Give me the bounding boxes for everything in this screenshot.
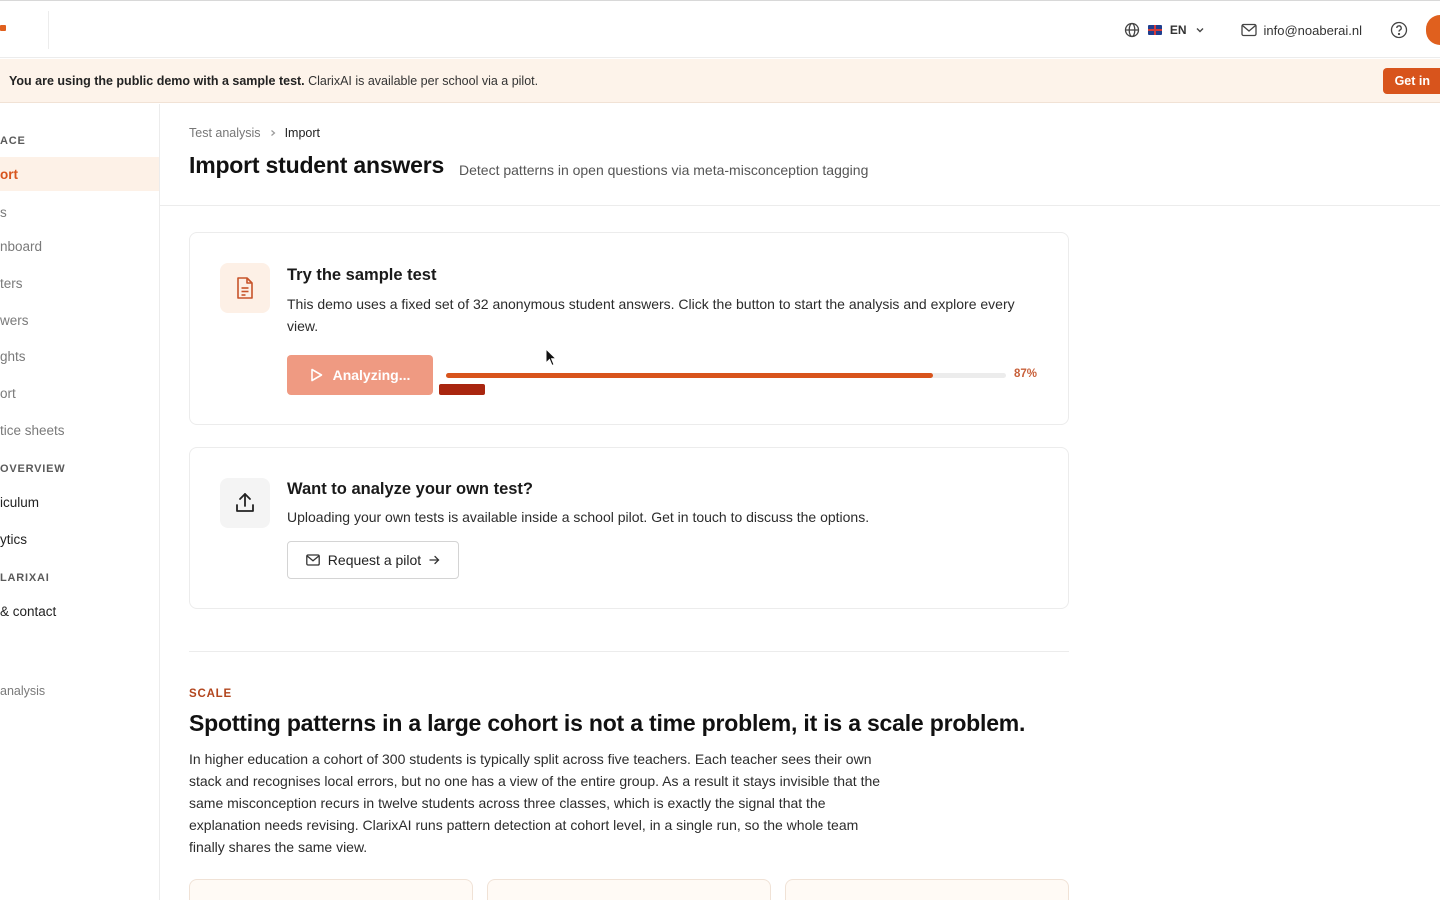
logo-divider xyxy=(48,11,49,49)
scale-title: Spotting patterns in a large cohort is n… xyxy=(189,710,1026,736)
scale-eyebrow: SCALE xyxy=(189,688,232,700)
analysis-progress-label: 87% xyxy=(1014,368,1038,380)
avatar[interactable] xyxy=(1426,15,1440,45)
sidebar-section-clarixai: LARIXAI xyxy=(0,572,50,584)
feature-card xyxy=(487,879,771,900)
feature-card xyxy=(189,879,473,900)
sample-card-text: This demo uses a fixed set of 32 anonymo… xyxy=(287,296,1015,334)
upload-icon xyxy=(236,493,254,512)
sidebar-item-report[interactable]: ort xyxy=(0,376,159,410)
chevron-right-icon xyxy=(270,130,275,136)
own-test-card: Want to analyze your own test? Uploading… xyxy=(189,447,1069,609)
sidebar-item-contact[interactable]: & contact xyxy=(0,594,159,628)
sidebar-item-import[interactable]: ort xyxy=(0,157,159,191)
sample-card-title: Try the sample test xyxy=(287,266,437,284)
sidebar-item-clusters[interactable]: ters xyxy=(0,266,159,300)
demo-banner: You are using the public demo with a sam… xyxy=(0,59,1440,103)
mail-icon xyxy=(1240,23,1257,37)
get-in-touch-button[interactable]: Get in xyxy=(1382,68,1440,94)
top-bar-actions: EN info@noaberai.nl xyxy=(1124,1,1440,59)
mouse-cursor-icon xyxy=(545,348,557,367)
banner-strong-text: You are using the public demo with a sam… xyxy=(9,73,305,88)
sample-test-card: Try the sample test This demo uses a fix… xyxy=(189,232,1069,425)
play-icon xyxy=(310,368,322,382)
analysis-progress-fill xyxy=(446,373,934,378)
sidebar-item-dashboard[interactable]: nboard xyxy=(0,229,159,263)
analysis-progress-bar xyxy=(446,373,1006,378)
own-test-card-text: Uploading your own tests is available in… xyxy=(287,509,870,525)
contact-email: info@noaberai.nl xyxy=(1263,22,1362,38)
breadcrumb: Test analysis Import xyxy=(189,126,320,140)
banner-rest-text: ClarixAI is available per school via a p… xyxy=(304,73,539,88)
progress-indicator-chip xyxy=(439,384,485,395)
breadcrumb-current: Import xyxy=(284,126,320,140)
analyze-button-label: Analyzing... xyxy=(332,367,411,383)
sidebar-item-analytics[interactable]: ytics xyxy=(0,522,159,556)
sample-icon-box xyxy=(220,263,270,313)
arrow-right-icon xyxy=(429,555,440,565)
upload-icon-box xyxy=(220,478,270,528)
mail-icon xyxy=(305,554,320,566)
feature-card xyxy=(785,879,1069,900)
scale-body: In higher education a cohort of 300 stud… xyxy=(189,751,881,855)
language-selector[interactable]: EN xyxy=(1124,22,1205,38)
banner-text: You are using the public demo with a sam… xyxy=(0,74,538,88)
logo[interactable] xyxy=(0,25,6,31)
help-circle-icon[interactable] xyxy=(1390,21,1408,39)
document-icon xyxy=(237,277,253,299)
breadcrumb-parent[interactable]: Test analysis xyxy=(189,126,261,140)
page-title: Import student answers xyxy=(189,152,445,178)
globe-icon xyxy=(1124,22,1139,38)
request-pilot-label: Request a pilot xyxy=(327,552,422,568)
own-test-card-title: Want to analyze your own test? xyxy=(287,480,533,498)
sidebar-item-insights[interactable]: ghts xyxy=(0,339,159,373)
sidebar-item-practice-sheets[interactable]: tice sheets xyxy=(0,413,159,447)
chevron-down-icon xyxy=(1196,28,1204,33)
sidebar-section-workspace: ACE xyxy=(0,135,26,147)
section-divider xyxy=(189,651,1069,652)
sidebar-section-overview: OVERVIEW xyxy=(0,463,66,475)
sidebar-item-curriculum[interactable]: iculum xyxy=(0,485,159,519)
top-bar: EN info@noaberai.nl xyxy=(0,0,1440,58)
sidebar: ACE ort s nboard ters wers ghts ort tice… xyxy=(0,104,160,900)
header-divider xyxy=(160,205,1440,206)
language-label: EN xyxy=(1169,23,1187,37)
analyze-button[interactable]: Analyzing... xyxy=(287,355,433,395)
sidebar-item-answers[interactable]: wers xyxy=(0,303,159,337)
sidebar-item-tests[interactable]: s xyxy=(0,195,159,229)
contact-email-link[interactable]: info@noaberai.nl xyxy=(1240,22,1362,38)
uk-flag-icon xyxy=(1147,25,1162,35)
sidebar-item-test-analysis[interactable]: analysis xyxy=(0,674,159,708)
page-subtitle: Detect patterns in open questions via me… xyxy=(459,162,869,178)
request-pilot-button[interactable]: Request a pilot xyxy=(287,541,459,579)
